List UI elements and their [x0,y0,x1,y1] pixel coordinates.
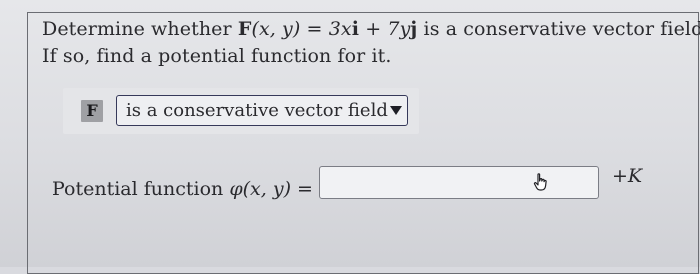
caret-down-icon [389,105,402,115]
conservative-select[interactable]: is a conservative vector field [116,95,408,126]
select-value: is a conservative vector field [126,100,388,121]
problem-suffix: is a conservative vector field. [417,18,700,40]
phi-args: (x, y) [242,178,291,200]
potential-label-prefix: Potential function [52,178,230,200]
problem-line-2: If so, find a potential function for it. [42,45,392,67]
potential-equals: = [290,178,313,200]
field-name: F [237,18,252,40]
equals-sign: = [300,18,329,40]
problem-prefix: Determine whether [42,18,238,40]
plus-sign: + [359,18,388,40]
problem-line-1: Determine whether F(x, y) = 3xi + 7yj is… [42,16,700,43]
hand-pointer-icon [533,173,547,191]
term1-vector: i [351,18,360,40]
phi-symbol: φ [229,178,243,200]
potential-function-input[interactable] [319,166,599,199]
term2-coef: 7y [387,18,411,40]
potential-function-label: Potential function φ(x, y) = [52,176,313,202]
field-args: (x, y) [251,18,301,40]
constant-k: +K [612,165,643,187]
problem-statement: Determine whether F(x, y) = 3xi + 7yj is… [42,16,700,70]
field-badge: F [81,100,103,122]
term1-coef: 3x [328,18,352,40]
